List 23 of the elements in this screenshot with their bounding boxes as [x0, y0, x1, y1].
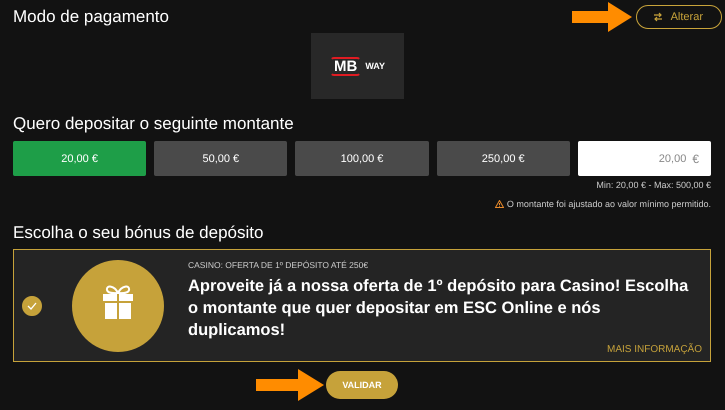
bonus-checkbox[interactable]: [22, 296, 42, 316]
bonus-card[interactable]: CASINO: OFERTA DE 1º DEPÓSITO ATÉ 250€ Aproveite já a nossa oferta de 1º depósito para Casino! Escolha o montante que quer depositar em ESC Online e nós duplicamos! MAIS INFORMAÇÃO: [13, 249, 711, 362]
arrow-icon: [256, 369, 324, 401]
gift-icon: [72, 260, 164, 352]
offer-tag: CASINO: OFERTA DE 1º DEPÓSITO ATÉ 250€: [188, 260, 702, 270]
change-button[interactable]: Alterar: [636, 5, 722, 29]
section-title: Escolha o seu bónus de depósito: [13, 223, 264, 243]
section-title: Modo de pagamento: [13, 7, 169, 27]
section-title: Quero depositar o seguinte montante: [13, 114, 295, 134]
amount-option[interactable]: 250,00 €: [436, 141, 570, 176]
swap-icon: [652, 12, 663, 22]
amount-input[interactable]: 20,00 €: [578, 141, 712, 176]
amount-limits: Min: 20,00 € - Max: 500,00 €: [596, 180, 711, 190]
amount-option[interactable]: 100,00 €: [295, 141, 429, 176]
amount-option[interactable]: 50,00 €: [154, 141, 288, 176]
logo-mark: MB: [330, 56, 362, 76]
arrow-icon: [572, 2, 632, 32]
logo-word: WAY: [365, 61, 385, 71]
warning-icon: [494, 200, 504, 208]
offer-text: Aproveite já a nossa oferta de 1º depósito para Casino! Escolha o montante que quer depositar em ESC Online e nós duplicamos!: [188, 276, 690, 341]
check-icon: [27, 302, 37, 310]
more-info-link[interactable]: MAIS INFORMAÇÃO: [606, 344, 702, 355]
warning-text: O montante foi ajustado ao valor mínimo permitido.: [506, 199, 711, 209]
